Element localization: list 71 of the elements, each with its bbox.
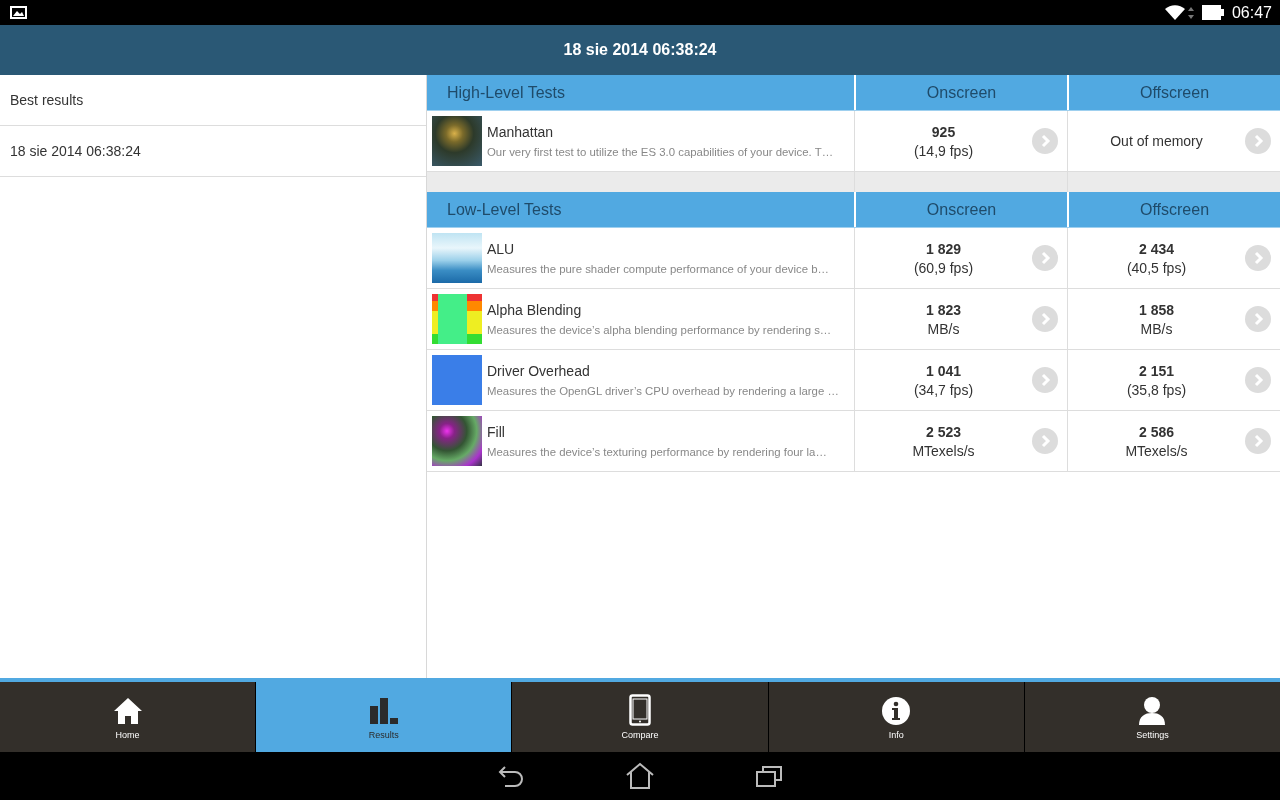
score-unit: MTexels/s xyxy=(912,442,975,459)
test-name: ALU xyxy=(487,241,516,257)
score-unit: MB/s xyxy=(927,320,960,337)
column-header: Offscreen xyxy=(1067,75,1280,110)
compare-icon xyxy=(629,694,651,726)
score-unit: MTexels/s xyxy=(1125,442,1188,459)
score-value: 1 041 xyxy=(925,362,961,379)
score-value: 2 151 xyxy=(1138,362,1174,379)
sidebar-item[interactable]: Best results xyxy=(0,75,426,126)
tab[interactable]: Results xyxy=(256,682,512,752)
tab[interactable]: Info xyxy=(768,682,1024,752)
tab[interactable]: Home xyxy=(0,682,256,752)
test-description: Measures the pure shader compute performance of your device b… xyxy=(487,263,829,275)
test-name: Alpha Blending xyxy=(487,302,583,318)
score-value: 2 523 xyxy=(925,423,961,440)
thumbnail-placeholder xyxy=(432,233,482,283)
column-header: Onscreen xyxy=(854,75,1067,110)
sidebar-item[interactable]: 18 sie 2014 06:38:24 xyxy=(0,126,426,177)
test-description: Measures the OpenGL driver’s CPU overhead by rendering a large … xyxy=(487,385,839,397)
column-header: Offscreen xyxy=(1067,192,1280,227)
chevron-right-icon[interactable] xyxy=(1032,306,1058,332)
chevron-right-icon[interactable] xyxy=(1032,245,1058,271)
back-icon[interactable] xyxy=(497,764,525,788)
section-title: High-Level Tests xyxy=(446,82,566,103)
test-description: Measures the device’s texturing performance by rendering four la… xyxy=(487,446,827,458)
score-value: 1 823 xyxy=(925,301,961,318)
test-name: Driver Overhead xyxy=(487,363,591,379)
thumbnail-placeholder xyxy=(432,355,482,405)
chevron-right-icon[interactable] xyxy=(1032,367,1058,393)
score-unit: (34,7 fps) xyxy=(913,381,974,398)
info-icon xyxy=(881,696,912,726)
results-icon xyxy=(368,696,399,726)
score-value: 925 xyxy=(931,123,956,140)
clock-time: 06:47 xyxy=(1231,3,1272,22)
test-description: Our very first test to utilize the ES 3.0 capabilities of your device. T… xyxy=(487,146,834,158)
signal-arrows-icon xyxy=(1187,5,1194,20)
recent-apps-icon[interactable] xyxy=(755,764,783,788)
score-value: 1 858 xyxy=(1138,301,1174,318)
home-icon[interactable] xyxy=(625,762,655,790)
chevron-right-icon[interactable] xyxy=(1245,128,1271,154)
score-unit: (40,5 fps) xyxy=(1126,259,1187,276)
chevron-right-icon[interactable] xyxy=(1032,428,1058,454)
chevron-right-icon[interactable] xyxy=(1245,306,1271,332)
score-unit: MB/s xyxy=(1140,320,1173,337)
header-title: 18 sie 2014 06:38:24 xyxy=(563,41,717,59)
section-title: Low-Level Tests xyxy=(446,199,563,220)
home-icon xyxy=(112,696,143,726)
thumbnail-placeholder xyxy=(432,294,482,344)
score-value: 1 829 xyxy=(925,240,961,257)
chevron-right-icon[interactable] xyxy=(1245,245,1271,271)
column-header: Onscreen xyxy=(854,192,1067,227)
result-message: Out of memory xyxy=(1110,133,1203,149)
test-name: Fill xyxy=(487,424,506,440)
score-value: 2 586 xyxy=(1138,423,1174,440)
chevron-right-icon[interactable] xyxy=(1245,367,1271,393)
test-description: Measures the device’s alpha blending performance by rendering s… xyxy=(487,324,832,336)
chevron-right-icon[interactable] xyxy=(1032,128,1058,154)
score-unit: (35,8 fps) xyxy=(1126,381,1187,398)
tab[interactable]: Settings xyxy=(1024,682,1280,752)
score-value: 2 434 xyxy=(1138,240,1174,257)
chevron-right-icon[interactable] xyxy=(1245,428,1271,454)
gallery-icon xyxy=(10,6,27,19)
tab[interactable]: Compare xyxy=(512,682,768,752)
thumbnail-placeholder xyxy=(432,116,482,166)
wifi-icon xyxy=(1164,4,1185,21)
score-unit: (14,9 fps) xyxy=(913,142,974,159)
test-name: Manhattan xyxy=(487,124,555,140)
settings-icon xyxy=(1137,696,1168,726)
thumbnail-placeholder xyxy=(432,416,482,466)
score-unit: (60,9 fps) xyxy=(913,259,974,276)
battery-icon xyxy=(1201,5,1224,20)
